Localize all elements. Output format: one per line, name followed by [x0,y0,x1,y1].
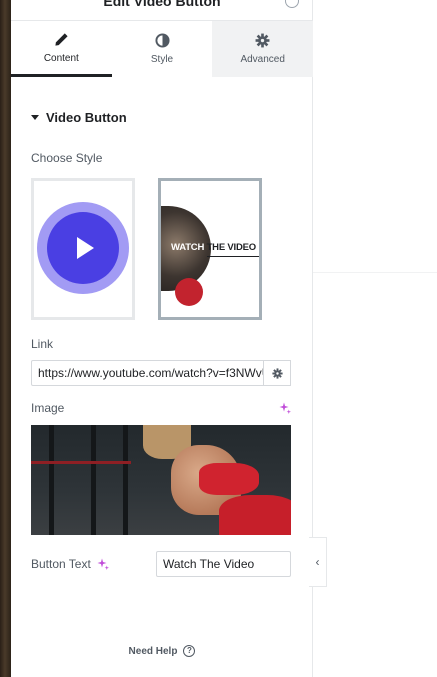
chevron-left-icon: ‹ [315,555,320,569]
ai-sparkle-icon[interactable] [279,402,291,414]
gear-icon [255,33,270,48]
tab-style-label: Style [150,54,174,65]
gear-icon [271,367,283,379]
image-figure-legs [219,495,291,535]
collapse-panel-button[interactable]: ‹ [309,537,327,587]
preview-divider [313,272,437,273]
ai-sparkle-icon[interactable] [97,558,109,570]
contrast-icon [154,33,170,48]
image-label: Image [31,401,65,415]
play-icon [47,212,119,284]
panel-title: Edit Video Button [103,0,221,9]
style-option-watch-the-video[interactable]: WATCH THE VIDEO [158,178,262,320]
watch-the-video-text: WATCH THE VIDEO [171,242,256,253]
pencil-icon [55,32,68,46]
help-icon: ? [183,645,196,657]
tab-advanced[interactable]: Advanced [212,21,314,77]
watch-underline [207,256,259,257]
image-preview[interactable] [31,425,291,535]
tab-content[interactable]: Content [11,21,112,77]
play-button-preview [37,202,129,294]
watch-thumbnail-accent [175,278,203,306]
button-text-input[interactable]: Watch The Video [156,551,291,577]
canvas-edge [0,0,11,677]
image-rack-bar [49,425,54,535]
need-help-label: Need Help [128,645,178,657]
image-rail [31,461,131,464]
editor-panel: Edit Video Button Content Style Advanced… [11,0,314,677]
image-rack-bar [123,425,128,535]
need-help-link[interactable]: Need Help ? [11,645,313,657]
image-rack-bar [91,425,96,535]
panel-header: Edit Video Button [11,0,313,21]
link-label: Link [31,337,54,351]
tab-bar: Content Style Advanced [11,21,314,77]
image-figure-top [199,463,259,495]
style-option-play-circle[interactable] [31,178,135,320]
preview-area[interactable] [313,0,437,677]
link-options-button[interactable] [264,360,291,386]
panel-menu-icon[interactable] [285,0,299,8]
watch-text-light: WATCH [171,242,207,253]
watch-text-dark: THE VIDEO [206,242,257,253]
link-input[interactable]: https://www.youtube.com/watch?v=f3NWvUV8… [31,360,264,386]
section-title: Video Button [46,110,127,125]
section-toggle-video-button[interactable]: Video Button [31,110,127,125]
choose-style-label: Choose Style [31,151,103,165]
tab-content-label: Content [43,52,79,64]
caret-down-icon [31,115,39,120]
tab-advanced-label: Advanced [240,54,285,65]
tab-style[interactable]: Style [112,21,213,77]
button-text-label: Button Text [31,557,91,571]
